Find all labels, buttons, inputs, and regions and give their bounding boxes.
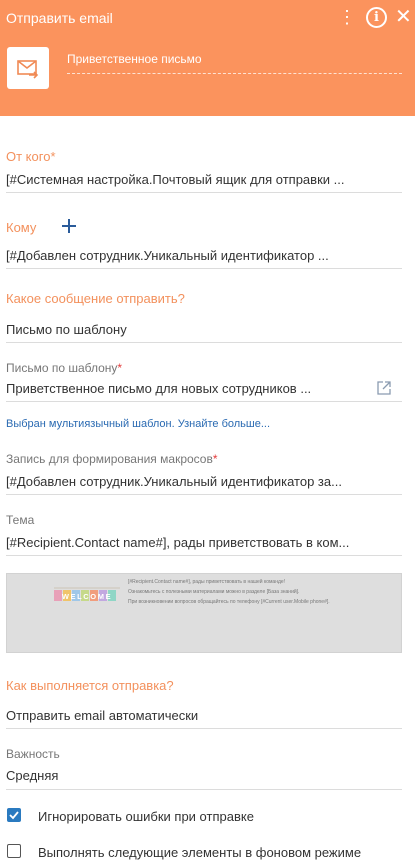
ignore-errors-checkbox[interactable] xyxy=(7,808,21,822)
open-external-icon[interactable] xyxy=(376,380,392,396)
preview-line: [#Recipient.Contact name#], рады приветс… xyxy=(128,579,286,585)
email-body-preview[interactable]: WELCOME [#Recipient.Contact name#], рады… xyxy=(6,573,402,653)
divider xyxy=(6,401,402,402)
template-field[interactable]: Приветственное письмо для новых сотрудни… xyxy=(6,381,356,396)
preview-line: Ознакомьтесь с полезными материалами мож… xyxy=(128,588,300,595)
divider xyxy=(6,789,402,790)
divider xyxy=(6,192,402,193)
divider xyxy=(6,555,402,556)
what-message-label: Какое сообщение отправить? xyxy=(6,291,185,306)
more-menu-icon[interactable]: ⋮ xyxy=(338,6,356,28)
element-name-underline xyxy=(67,73,402,74)
checkmark-icon xyxy=(9,811,19,820)
ignore-errors-label[interactable]: Игнорировать ошибки при отправке xyxy=(38,809,254,824)
welcome-banner-text: WELCOME xyxy=(62,592,112,601)
to-label: Кому xyxy=(6,220,37,235)
subject-field[interactable]: [#Recipient.Contact name#], рады приветс… xyxy=(6,535,402,550)
preview-text: [#Recipient.Contact name#], рады приветс… xyxy=(128,579,388,608)
element-name-input[interactable]: Приветственное письмо xyxy=(67,52,202,66)
divider xyxy=(6,494,402,495)
close-icon[interactable]: ✕ xyxy=(395,6,413,28)
importance-select[interactable]: Средняя xyxy=(6,768,402,783)
subject-label: Тема xyxy=(6,513,35,527)
multilang-learn-more-link[interactable]: Выбран мультиязычный шаблон. Узнайте бол… xyxy=(6,418,270,430)
how-sent-label: Как выполняется отправка? xyxy=(6,678,174,693)
from-label: От кого* xyxy=(6,149,56,164)
template-label: Письмо по шаблону* xyxy=(6,361,123,375)
divider xyxy=(6,268,402,269)
background-mode-label[interactable]: Выполнять следующие элементы в фоновом р… xyxy=(38,845,361,860)
send-mode-select[interactable]: Отправить email автоматически xyxy=(6,708,402,723)
required-marker: * xyxy=(50,149,56,164)
required-marker: * xyxy=(117,361,123,375)
divider xyxy=(6,728,402,729)
preview-line: При возникновении вопросов обращайтесь п… xyxy=(128,598,330,605)
importance-label: Важность xyxy=(6,747,60,761)
add-recipient-icon[interactable] xyxy=(62,219,76,233)
to-field[interactable]: [#Добавлен сотрудник.Уникальный идентифи… xyxy=(6,248,402,263)
macro-record-label: Запись для формирования макросов* xyxy=(6,452,218,466)
welcome-banner-image: WELCOME xyxy=(54,587,120,601)
email-send-icon xyxy=(7,47,49,89)
element-header: Отправить email ⋮ i ✕ Приветственное пис… xyxy=(0,0,415,116)
macro-record-field[interactable]: [#Добавлен сотрудник.Уникальный идентифи… xyxy=(6,474,402,489)
required-marker: * xyxy=(212,452,218,466)
info-icon[interactable]: i xyxy=(366,7,387,28)
message-type-select[interactable]: Письмо по шаблону xyxy=(6,322,402,337)
from-field[interactable]: [#Системная настройка.Почтовый ящик для … xyxy=(6,172,402,187)
background-mode-checkbox[interactable] xyxy=(7,844,21,858)
divider xyxy=(6,342,402,343)
header-title: Отправить email xyxy=(6,10,113,26)
